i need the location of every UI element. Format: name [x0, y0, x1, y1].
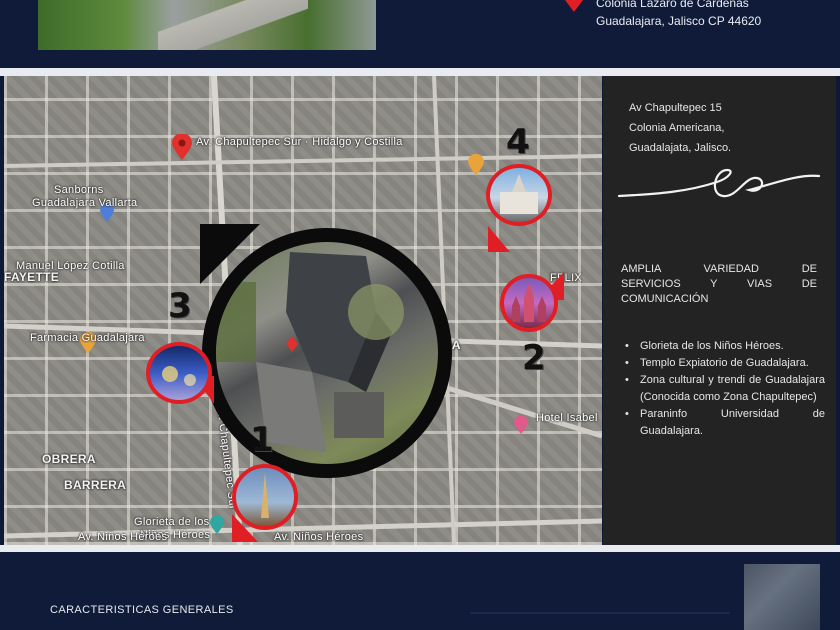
marker-tail-4: [488, 226, 510, 252]
location-pin-icon: [565, 0, 583, 12]
header-address-line: Colonia Lázaro de Cárdenas: [596, 0, 749, 10]
divider-line: [470, 612, 730, 614]
obelisk-photo[interactable]: [232, 464, 298, 530]
temple-photo[interactable]: [500, 274, 558, 332]
marker-number: 2: [522, 338, 546, 378]
header-address-line: Guadalajara, Jalisco CP 44620: [596, 14, 762, 28]
map-label-farmacia: Farmacia Guadalajara: [30, 332, 145, 344]
map-label-hotel: Hotel Isabel: [536, 412, 598, 424]
header-band: Colonia Lázaro de Cárdenas Guadalajara, …: [0, 0, 840, 68]
zoom-aerial-photo: [202, 228, 452, 478]
list-item: Glorieta de los Niños Héroes.: [625, 338, 825, 355]
footer-band: CARACTERISTICAS GENERALES: [0, 552, 840, 630]
map-label-barrera: BARRERA: [64, 478, 127, 492]
map-label-av-ninos: Av. Niños Héroes: [78, 531, 168, 543]
map-label-street: Av. Chapultepec Sur · Hidalgo y Costilla: [196, 136, 403, 148]
night-street-icon: [162, 366, 196, 386]
park-pin-icon[interactable]: [210, 516, 224, 534]
map-label-glorieta: Glorieta de los: [134, 516, 210, 528]
header-address: Colonia Lázaro de Cárdenas Guadalajara, …: [596, 0, 761, 30]
map-label-sanborns-2: Guadalajara Vallarta: [32, 197, 138, 209]
obelisk-icon: [261, 472, 269, 518]
marker-number: 1: [250, 420, 274, 460]
info-panel: Av Chapultepec 15 Colonia Americana, Gua…: [603, 76, 836, 545]
map-label-sanborns: Sanborns: [54, 184, 104, 196]
swirl-divider-icon: [617, 168, 821, 198]
marker-number: 3: [168, 286, 192, 326]
address-line: Guadalajata, Jalisco.: [629, 142, 732, 154]
street-photo: [38, 0, 376, 50]
poi-pin-icon[interactable]: [468, 154, 484, 176]
building-thumbnail: [744, 564, 820, 630]
map-label-av-ninos: Av. Niños Héroes: [274, 531, 364, 543]
chapultepec-night-photo[interactable]: [146, 342, 212, 404]
property-address: Av Chapultepec 15 Colonia Americana, Gua…: [629, 98, 731, 158]
map-label-obrera: OBRERA: [42, 452, 96, 466]
divider: [0, 68, 840, 76]
paraninfo-photo[interactable]: [486, 164, 552, 226]
map-label-lafayette: FAYETTE: [4, 270, 60, 284]
map[interactable]: Av. Chapultepec Sur · Hidalgo y Costilla…: [4, 76, 602, 545]
address-line: Av Chapultepec 15: [629, 102, 722, 114]
map-label-manuel: Manuel López Cotilla: [16, 260, 125, 272]
temple-icon: [512, 282, 546, 322]
paraninfo-icon: [500, 174, 538, 214]
address-line: Colonia Americana,: [629, 122, 725, 134]
divider: [0, 545, 840, 552]
list-item: Templo Expiatorio de Guadalajara.: [625, 355, 825, 372]
marker-number: 4: [506, 122, 530, 162]
section-title: CARACTERISTICAS GENERALES: [50, 604, 234, 616]
list-item: Paraninfo Universidad de Guadalajara.: [625, 406, 825, 440]
location-pin-icon[interactable]: [172, 134, 192, 160]
hotel-pin-icon[interactable]: [514, 416, 528, 434]
services-heading: AMPLIA VARIEDAD DE SERVICIOS Y VIAS DE C…: [621, 263, 817, 305]
list-item: Zona cultural y trendi de Guadalajara (C…: [625, 372, 825, 406]
landmarks-list: Glorieta de los Niños Héroes. Templo Exp…: [625, 338, 825, 440]
